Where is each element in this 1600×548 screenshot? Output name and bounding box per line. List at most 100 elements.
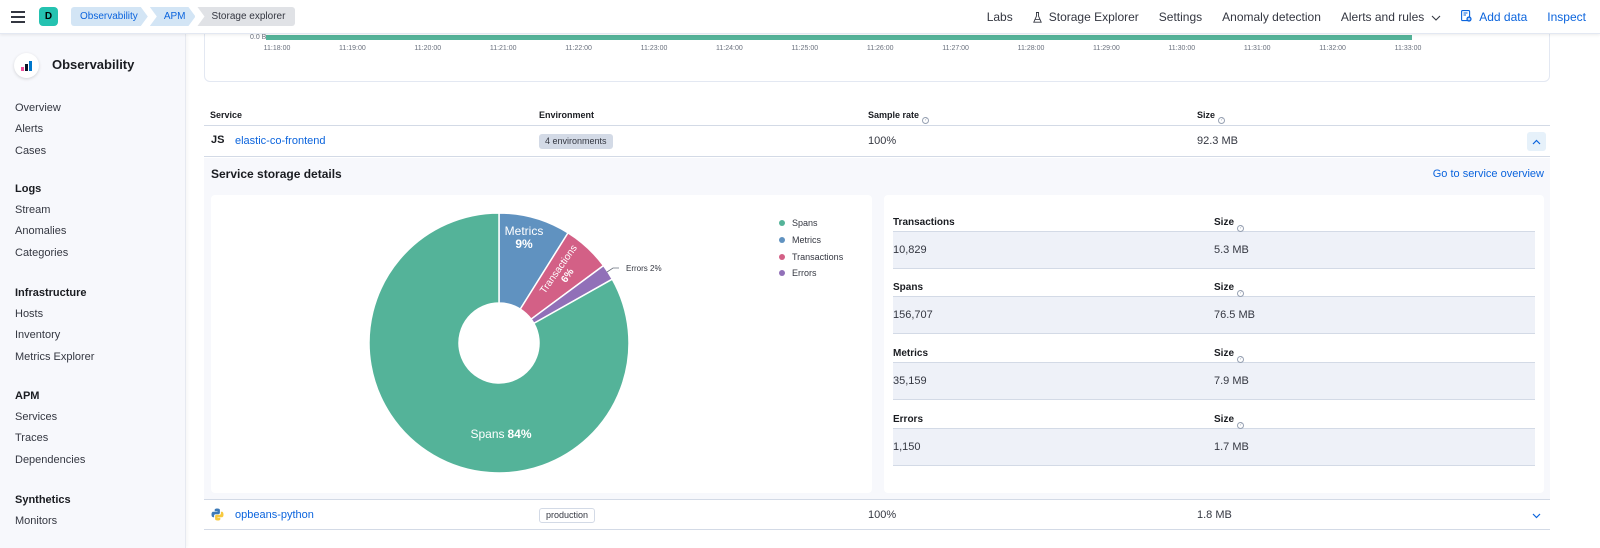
question-icon[interactable]: ? <box>1237 356 1245 363</box>
stat-label: Spans <box>893 282 924 293</box>
x-tick-label: 11:26:00 <box>866 45 894 52</box>
sample-rate-value: 100% <box>868 135 897 147</box>
service-link[interactable]: opbeans-python <box>235 509 314 521</box>
sidebar-item-anomalies[interactable]: Anomalies <box>15 221 68 242</box>
question-icon[interactable]: ? <box>1237 422 1245 429</box>
question-icon[interactable]: ? <box>1237 225 1245 232</box>
expand-row-button[interactable] <box>1527 506 1546 525</box>
chevron-up-icon <box>1532 139 1541 144</box>
x-tick-label: 11:18:00 <box>263 45 291 52</box>
sidebar-group-apm: APM Services Traces Dependencies <box>15 386 85 471</box>
x-tick-label: 11:19:00 <box>339 45 366 52</box>
question-icon[interactable]: ? <box>922 117 930 124</box>
stat-header: Metrics Size? <box>893 340 1535 363</box>
sidebar-item-services[interactable]: Services <box>15 407 85 428</box>
table-row: opbeans-python production 100% 1.8 MB <box>204 499 1550 530</box>
go-to-service-overview-link[interactable]: Go to service overview <box>1433 168 1544 180</box>
collapse-row-button[interactable] <box>1527 132 1546 151</box>
stat-label: Errors <box>893 414 924 425</box>
sidebar-item-alerts[interactable]: Alerts <box>15 119 61 140</box>
stat-header: Errors Size? <box>893 406 1535 429</box>
sidebar-item-cases[interactable]: Cases <box>15 141 61 162</box>
sidebar-item-stream[interactable]: Stream <box>15 200 68 221</box>
legend-label: Transactions <box>792 251 844 262</box>
stat-block-transactions: Transactions Size? 10,829 5.3 MB <box>893 209 1535 269</box>
errors-callout-line <box>606 267 619 273</box>
question-icon[interactable]: ? <box>1237 290 1245 297</box>
service-storage-details: Service storage details Go to service ov… <box>204 158 1550 499</box>
question-icon[interactable]: ? <box>1218 117 1226 124</box>
sidebar-item-metrics-explorer[interactable]: Metrics Explorer <box>15 347 94 368</box>
sidebar: Observability Overview Alerts Cases Logs… <box>0 34 186 548</box>
storage-explorer-link[interactable]: Storage Explorer <box>1032 10 1139 24</box>
environment-badge[interactable]: 4 environments <box>539 134 613 149</box>
chevron-down-icon <box>1532 513 1541 518</box>
add-data-icon <box>1461 9 1472 25</box>
python-agent-icon <box>211 508 224 524</box>
menu-icon[interactable] <box>11 11 25 23</box>
stat-size: 76.5 MB <box>1214 309 1255 321</box>
settings-link[interactable]: Settings <box>1159 10 1202 24</box>
size-value: 92.3 MB <box>1197 135 1238 147</box>
sidebar-item-hosts[interactable]: Hosts <box>15 304 94 325</box>
sidebar-item-overview[interactable]: Overview <box>15 98 61 119</box>
x-tick-label: 11:29:00 <box>1093 45 1120 52</box>
add-data-label: Add data <box>1479 10 1528 24</box>
legend-label: Metrics <box>792 235 821 246</box>
sidebar-item-inventory[interactable]: Inventory <box>15 325 94 346</box>
stat-label: Metrics <box>893 348 929 359</box>
stat-size: 5.3 MB <box>1214 244 1249 256</box>
service-link[interactable]: elastic-co-frontend <box>235 135 326 147</box>
sidebar-section-infrastructure: Infrastructure <box>15 287 87 299</box>
environment-badge[interactable]: production <box>539 508 596 523</box>
breadcrumb-observability[interactable]: Observability <box>71 7 148 26</box>
labs-link[interactable]: Labs <box>987 10 1013 24</box>
sidebar-item-categories[interactable]: Categories <box>15 243 68 264</box>
stat-count: 1,150 <box>893 441 921 453</box>
sidebar-item-monitors[interactable]: Monitors <box>15 511 71 532</box>
stat-count: 156,707 <box>893 309 933 321</box>
y-axis-label: 0.0 B <box>250 34 267 41</box>
stat-header: Spans Size? <box>893 274 1535 297</box>
legend-item-metrics[interactable]: Metrics <box>779 232 843 249</box>
col-header-size[interactable]: Size? <box>1197 110 1226 124</box>
legend-item-spans[interactable]: Spans <box>779 215 843 232</box>
breadcrumb-storage-explorer: Storage explorer <box>197 7 296 26</box>
stat-size-header: Size? <box>1214 282 1245 297</box>
col-header-service[interactable]: Service <box>210 110 242 120</box>
col-header-sample-rate[interactable]: Sample rate? <box>868 110 930 124</box>
col-header-environment[interactable]: Environment <box>539 110 594 120</box>
chevron-down-icon <box>1431 10 1441 24</box>
stat-row: 35,159 7.9 MB <box>893 363 1535 400</box>
stat-block-spans: Spans Size? 156,707 76.5 MB <box>893 274 1535 334</box>
stat-size: 1.7 MB <box>1214 441 1249 453</box>
sidebar-item-traces[interactable]: Traces <box>15 428 85 449</box>
anomaly-detection-link[interactable]: Anomaly detection <box>1222 10 1321 24</box>
size-label: Size <box>1214 414 1235 425</box>
js-agent-icon: JS <box>211 134 225 146</box>
stat-block-metrics: Metrics Size? 35,159 7.9 MB <box>893 340 1535 400</box>
x-tick-label: 11:33:00 <box>1394 45 1422 52</box>
sidebar-section-logs: Logs <box>15 183 42 195</box>
legend-label: Spans <box>792 218 818 229</box>
add-data-link[interactable]: Add data <box>1461 9 1528 25</box>
services-table-header: Service Environment Sample rate? Size? <box>204 103 1550 126</box>
inspect-link[interactable]: Inspect <box>1547 10 1586 24</box>
legend-dot <box>779 270 785 277</box>
size-label: Size <box>1214 282 1235 293</box>
sidebar-item-dependencies[interactable]: Dependencies <box>15 450 85 471</box>
x-tick-label: 11:28:00 <box>1017 45 1045 52</box>
space-avatar[interactable]: D <box>39 7 58 26</box>
breadcrumb-apm[interactable]: APM <box>150 7 196 26</box>
pie-chart-panel: Metrics 9% Transactions6% Spans 84% Errors 2%… <box>211 195 872 493</box>
alerts-and-rules-menu[interactable]: Alerts and rules <box>1341 10 1441 24</box>
sidebar-group-infrastructure: Infrastructure Hosts Inventory Metrics E… <box>15 283 94 368</box>
observability-logo-icon <box>14 53 39 78</box>
top-header: D Observability APM Storage explorer Lab… <box>0 0 1600 34</box>
legend-item-transactions[interactable]: Transactions <box>779 248 843 265</box>
chart-legend: Spans Metrics Transactions Errors <box>779 215 843 282</box>
stat-row: 156,707 76.5 MB <box>893 297 1535 334</box>
stat-row: 10,829 5.3 MB <box>893 232 1535 269</box>
sample-rate-value: 100% <box>868 509 897 521</box>
legend-item-errors[interactable]: Errors <box>779 265 843 282</box>
